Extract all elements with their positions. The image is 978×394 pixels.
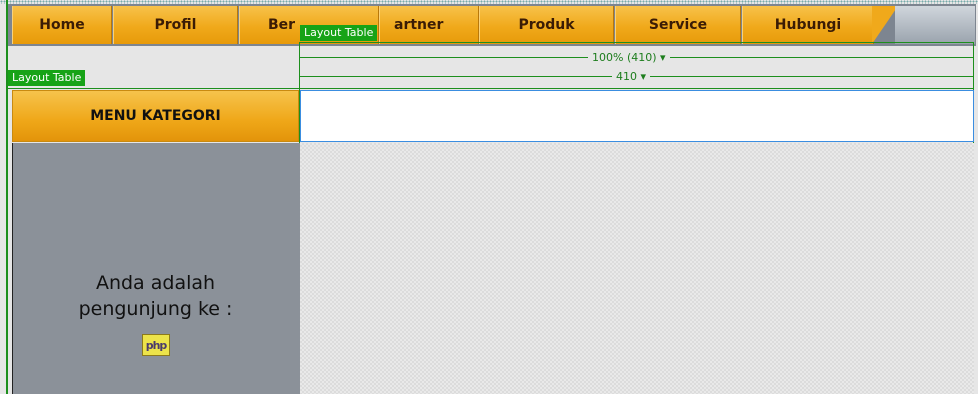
nav-right-cap (895, 6, 975, 44)
tab-service[interactable]: Service (615, 6, 741, 44)
tab-partner[interactable]: artner (379, 6, 479, 44)
tab-produk[interactable]: Produk (479, 6, 614, 44)
menu-kategori-label: MENU KATEGORI (90, 108, 221, 124)
content-header-cell[interactable] (300, 90, 974, 142)
tab-profil[interactable]: Profil (113, 6, 238, 44)
content-area[interactable] (300, 143, 974, 394)
menu-kategori-header: MENU KATEGORI (12, 90, 299, 142)
visitor-counter-text: Anda adalah pengunjung ke : (12, 270, 299, 322)
visitor-line-1: Anda adalah (95, 272, 216, 294)
visitor-line-2: pengunjung ke : (78, 298, 233, 320)
tab-hubungi-label: Hubungi (774, 17, 842, 33)
tab-berita-label: Ber (268, 17, 296, 33)
tab-produk-label: Produk (518, 17, 575, 33)
tab-service-label: Service (648, 17, 708, 33)
tab-profil-label: Profil (154, 17, 197, 33)
layout-table-tag-left[interactable]: Layout Table (8, 70, 86, 86)
design-canvas: Home Profil Ber artner Produk Service Hu… (0, 0, 978, 394)
width-label-percent[interactable]: 100% (410) ▾ (588, 51, 670, 64)
php-icon[interactable]: php (142, 334, 170, 356)
layout-table-tag-top[interactable]: Layout Table (300, 25, 378, 41)
layout-row-line (8, 88, 974, 89)
php-icon-text: php (145, 338, 168, 352)
sidebar-panel (12, 143, 300, 394)
tab-partner-label: artner (394, 17, 444, 33)
tab-home[interactable]: Home (12, 6, 112, 44)
width-label-px[interactable]: 410 ▾ (612, 70, 651, 83)
outer-frame-left (6, 0, 8, 394)
layout-guide-line (300, 42, 974, 43)
tab-home-label: Home (39, 17, 85, 33)
tab-hubungi[interactable]: Hubungi (742, 6, 874, 44)
